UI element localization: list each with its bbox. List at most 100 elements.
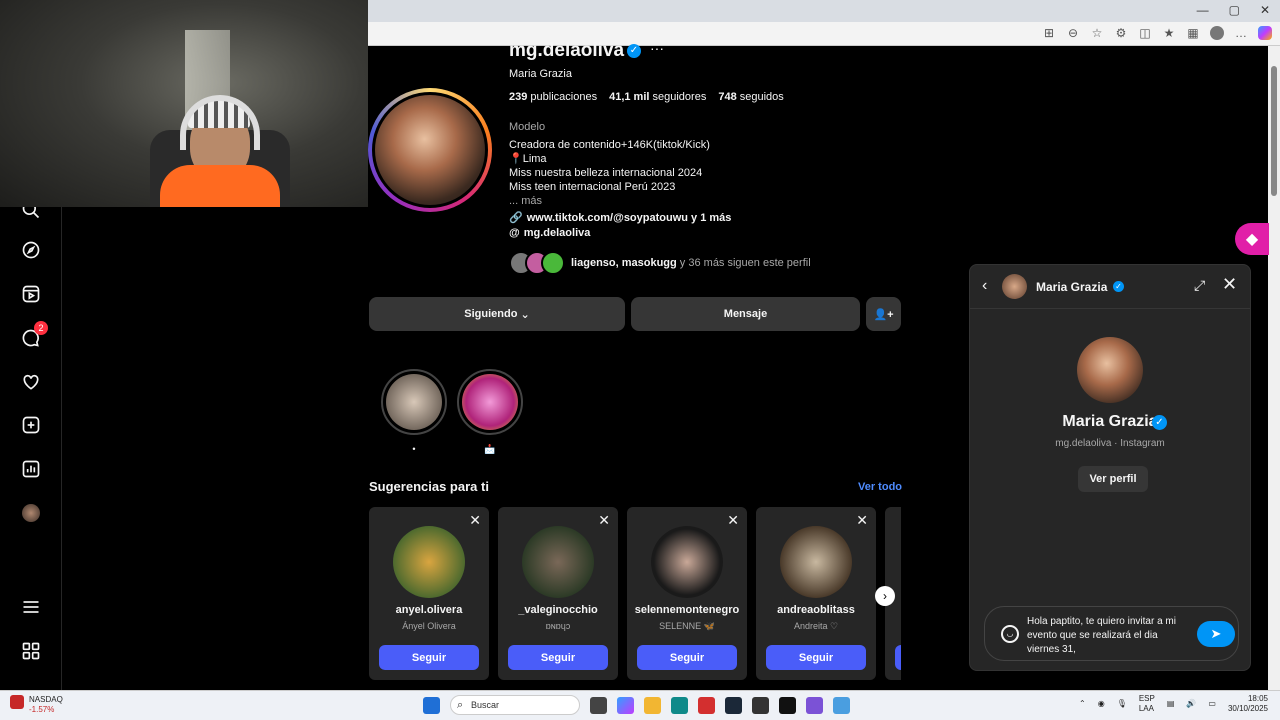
profile-picture[interactable] xyxy=(368,88,492,212)
suggestion-username[interactable]: _valeginocchio xyxy=(498,604,618,616)
task-view-icon[interactable] xyxy=(590,696,607,714)
more-apps-icon[interactable] xyxy=(20,640,42,662)
following-count[interactable]: 748 seguidos xyxy=(718,91,783,103)
suggestion-avatar[interactable] xyxy=(651,526,723,598)
clock[interactable]: 18:05 30/10/2025 xyxy=(1228,694,1268,714)
wifi-icon[interactable]: ▤ xyxy=(1167,699,1175,709)
app-m-icon[interactable] xyxy=(779,696,796,714)
story-highlight[interactable] xyxy=(381,369,447,435)
dismiss-icon[interactable]: ✕ xyxy=(469,512,481,529)
reels-icon[interactable] xyxy=(20,283,42,305)
verified-icon: ✓ xyxy=(1152,415,1167,430)
chat-avatar[interactable] xyxy=(1002,274,1027,299)
chevron-right-icon[interactable]: › xyxy=(875,586,895,606)
steam-icon[interactable] xyxy=(725,696,742,714)
explore-icon[interactable] xyxy=(20,239,42,261)
dashboard-icon[interactable] xyxy=(20,458,42,480)
zoom-icon[interactable]: ⊖ xyxy=(1066,26,1080,40)
messages-icon[interactable]: 2 xyxy=(20,321,48,349)
mic-icon[interactable]: 🎙 xyxy=(1117,699,1127,709)
split-screen-icon[interactable]: ◫ xyxy=(1138,26,1152,40)
chat-profile-subtitle: mg.delaoliva · Instagram xyxy=(1055,438,1165,449)
webcam-overlay xyxy=(0,0,368,207)
apps-icon[interactable]: ⊞ xyxy=(1042,26,1056,40)
network-icon[interactable]: ◉ xyxy=(1098,699,1105,709)
link-icon: 🔗 xyxy=(509,212,523,224)
verified-icon: ✓ xyxy=(1113,281,1124,292)
language-indicator[interactable]: ESP LAA xyxy=(1139,694,1155,714)
suggestion-avatar[interactable] xyxy=(393,526,465,598)
edge-icon[interactable] xyxy=(671,696,688,714)
message-input[interactable]: ◡ Hola paptito, te quiero invitar a mi e… xyxy=(984,606,1239,661)
notepad-icon[interactable] xyxy=(833,696,850,714)
view-profile-button[interactable]: Ver perfil xyxy=(1078,466,1148,492)
following-button[interactable]: Siguiendo ⌄ xyxy=(369,297,625,331)
dismiss-icon[interactable]: ✕ xyxy=(856,512,868,529)
copilot-app-icon[interactable] xyxy=(617,696,634,714)
add-user-button[interactable]: 👤+ xyxy=(866,297,901,331)
emoji-icon[interactable]: ◡ xyxy=(1001,625,1019,643)
file-explorer-icon[interactable] xyxy=(644,696,661,714)
collections-icon[interactable]: ▦ xyxy=(1186,26,1200,40)
follow-button[interactable]: Seguir xyxy=(379,645,479,670)
follow-button[interactable]: Seguir xyxy=(766,645,866,670)
follow-button[interactable]: Seguir xyxy=(637,645,737,670)
see-all-link[interactable]: Ver todo xyxy=(858,481,902,493)
more-options-icon[interactable]: … xyxy=(1234,26,1248,40)
message-button[interactable]: Mensaje xyxy=(631,297,860,331)
menu-icon[interactable] xyxy=(20,596,42,618)
page-scrollbar[interactable] xyxy=(1268,46,1280,690)
floating-widget-icon[interactable]: ◆ xyxy=(1235,223,1269,255)
extensions-icon[interactable]: ⚙ xyxy=(1114,26,1128,40)
maximize-icon[interactable]: ▢ xyxy=(1229,3,1240,17)
profile-link[interactable]: 🔗 www.tiktok.com/@soypatouwu y 1 más xyxy=(509,211,731,225)
copilot-icon[interactable] xyxy=(1258,26,1272,40)
favorite-icon[interactable]: ☆ xyxy=(1090,26,1104,40)
discord-icon[interactable] xyxy=(806,696,823,714)
suggestion-avatar[interactable] xyxy=(522,526,594,598)
profile-avatar[interactable] xyxy=(22,504,40,522)
suggestion-avatar[interactable] xyxy=(780,526,852,598)
suggestion-username[interactable]: anyel.olivera xyxy=(369,604,489,616)
chat-profile-avatar[interactable] xyxy=(1077,337,1143,403)
followers-count[interactable]: 41,1 mil seguidores xyxy=(609,91,706,103)
heart-icon[interactable] xyxy=(20,371,42,393)
create-icon[interactable] xyxy=(20,414,42,436)
back-icon[interactable]: ‹ xyxy=(982,277,987,295)
chat-name[interactable]: Maria Grazia xyxy=(1036,280,1107,294)
battery-icon[interactable]: ▭ xyxy=(1208,699,1216,709)
send-button[interactable]: ➤ xyxy=(1197,621,1235,647)
suggestion-username[interactable]: selennemontenegro xyxy=(627,604,747,616)
message-draft[interactable]: Hola paptito, te quiero invitar a mi eve… xyxy=(1027,615,1192,657)
office-icon[interactable] xyxy=(698,696,715,714)
mutual-avatar xyxy=(541,251,565,275)
follow-button[interactable]: Seguir xyxy=(508,645,608,670)
chrome-icon[interactable] xyxy=(752,696,769,714)
dismiss-icon[interactable]: ✕ xyxy=(598,512,610,529)
address-bar[interactable]: ⊞ ⊖ ☆ ⚙ ◫ ★ ▦ … xyxy=(368,22,1280,46)
close-window-icon[interactable]: ✕ xyxy=(1260,3,1270,17)
suggestion-card[interactable]: ✕ andreaoblitass Andreita ♡ Seguir xyxy=(756,507,876,680)
windows-start-icon[interactable] xyxy=(423,696,440,714)
volume-icon[interactable]: 🔊 xyxy=(1186,699,1196,709)
follow-button-partial[interactable] xyxy=(895,645,901,670)
followed-by[interactable]: liagenso, masokugg y 36 más siguen este … xyxy=(509,251,811,275)
suggestion-card[interactable]: ✕ anyel.olivera Ányel Olivera Seguir xyxy=(369,507,489,680)
more-options-icon[interactable]: ··· xyxy=(650,40,664,56)
profile-category: Modelo xyxy=(509,121,546,133)
suggestion-username[interactable]: andreaoblitass xyxy=(756,604,876,616)
minimize-icon[interactable]: — xyxy=(1197,3,1209,17)
bio-more-link[interactable]: ... más xyxy=(509,194,710,208)
stock-widget[interactable]: NASDAQ -1.57% xyxy=(10,695,63,715)
suggestion-card[interactable]: ✕ _valeginocchio ɒɴɒɥɔ Seguir xyxy=(498,507,618,680)
threads-link[interactable]: @ mg.delaoliva xyxy=(509,227,590,239)
taskbar-search[interactable]: Buscar xyxy=(450,695,580,715)
favorites-bar-icon[interactable]: ★ xyxy=(1162,26,1176,40)
suggestion-card[interactable]: ✕ selennemontenegro SELENNE 🦋 Seguir xyxy=(627,507,747,680)
close-icon[interactable]: ✕ xyxy=(1222,274,1237,295)
browser-profile-avatar[interactable] xyxy=(1210,26,1224,40)
dismiss-icon[interactable]: ✕ xyxy=(727,512,739,529)
story-highlight[interactable] xyxy=(457,369,523,435)
expand-icon[interactable]: ⤢ xyxy=(1194,277,1205,294)
tray-chevron-icon[interactable]: ⌃ xyxy=(1079,699,1086,709)
